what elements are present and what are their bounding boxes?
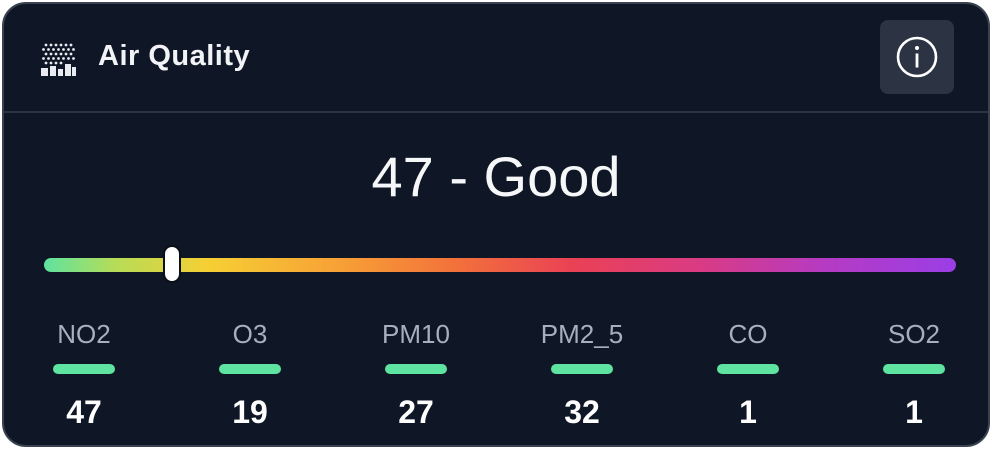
info-icon — [896, 36, 938, 78]
widget-title: Air Quality — [98, 40, 251, 72]
pollutant-name: PM10 — [382, 319, 450, 349]
pollutant-name: SO2 — [887, 319, 941, 349]
pollutant-level-bar — [551, 364, 613, 374]
pollutant-level-bar — [53, 364, 115, 374]
info-button[interactable] — [880, 20, 954, 94]
air-quality-card: Air Quality 47 - Good NO2 47 O3 19 PM10 27 PM2… — [2, 2, 990, 447]
pollutant-name: O3 — [232, 319, 268, 349]
pollutant-level-bar — [385, 364, 447, 374]
aqi-value-label: 47 - Good — [371, 145, 621, 208]
air-quality-icon — [41, 43, 76, 76]
header-divider — [4, 111, 988, 113]
pollutant-level-bar — [717, 364, 779, 374]
pollutant-value: 47 — [66, 394, 102, 430]
pollutant-item: NO2 47 — [24, 316, 144, 430]
pollutant-name: NO2 — [57, 319, 111, 349]
aqi-scale-bar — [44, 258, 956, 272]
pollutant-item: PM10 27 — [356, 316, 476, 430]
card-header: Air Quality — [4, 4, 988, 112]
pollutant-level-bar — [219, 364, 281, 374]
pollutant-item: SO2 1 — [854, 316, 974, 430]
pollutant-item: PM2_5 32 — [522, 316, 642, 430]
aqi-scale-indicator[interactable] — [162, 245, 181, 283]
pollutant-name: CO — [728, 319, 768, 349]
pollutant-item: CO 1 — [688, 316, 808, 430]
pollutant-level-bar — [883, 364, 945, 374]
pollutant-item: O3 19 — [190, 316, 310, 430]
pollutant-value: 1 — [739, 394, 757, 430]
pollutant-value: 19 — [232, 394, 268, 430]
pollutant-value: 27 — [398, 394, 434, 430]
pollutant-value: 1 — [905, 394, 923, 430]
pollutant-name: PM2_5 — [540, 319, 624, 349]
pollutant-value: 32 — [564, 394, 600, 430]
